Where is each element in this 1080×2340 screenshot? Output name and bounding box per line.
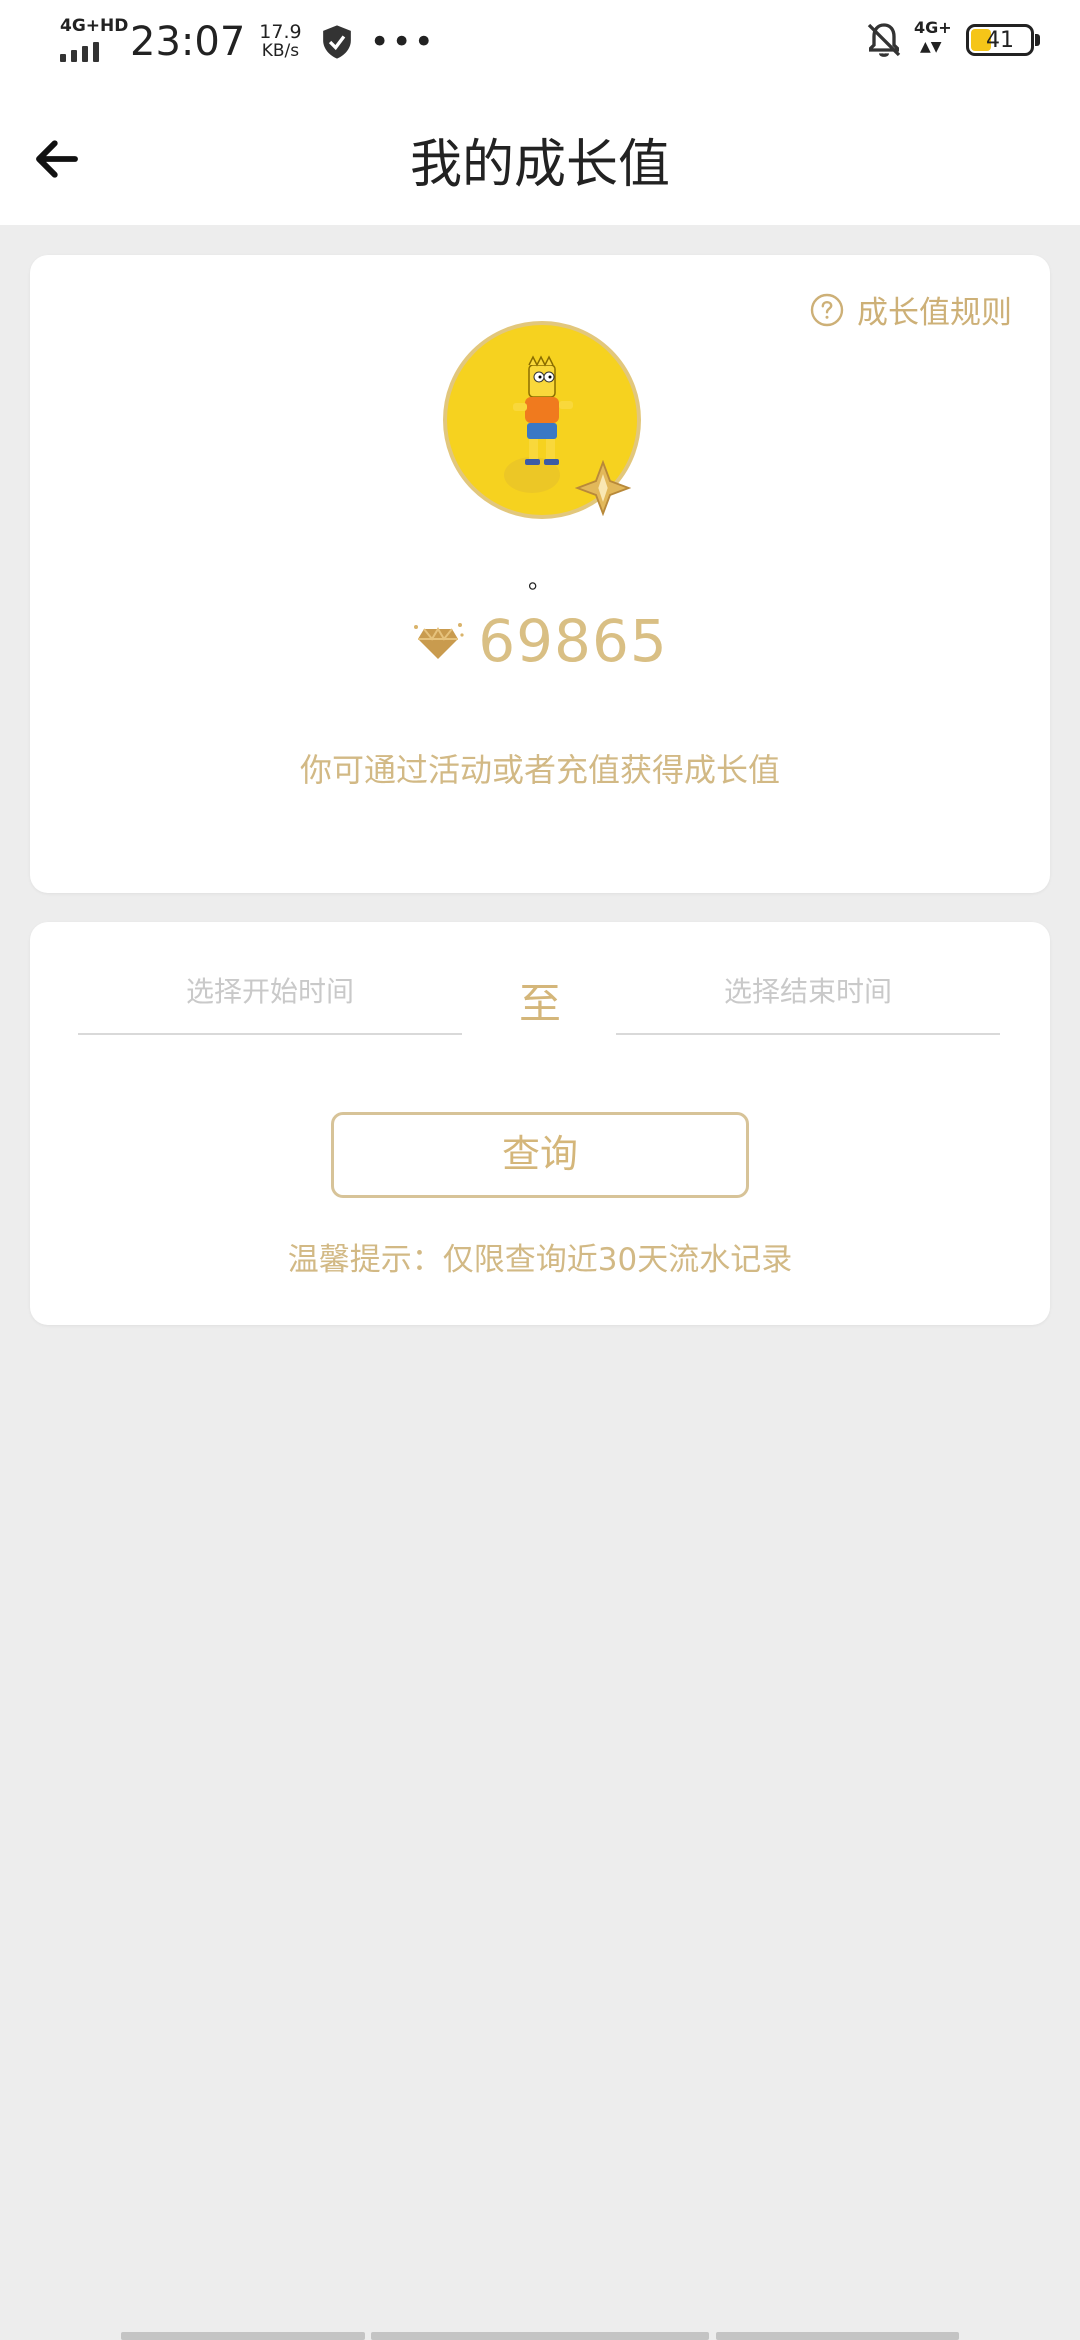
- network-speed: 17.9 KB/s: [259, 23, 301, 61]
- growth-rules-link[interactable]: 成长值规则: [809, 287, 1012, 332]
- battery-icon: 41: [966, 24, 1034, 56]
- start-date-picker[interactable]: 选择开始时间: [78, 967, 462, 1035]
- speed-unit: KB/s: [261, 41, 300, 61]
- growth-value-row: 69865: [30, 607, 1050, 675]
- growth-hint-text: 你可通过活动或者充值获得成长值: [299, 751, 780, 789]
- shield-icon: [322, 25, 351, 59]
- status-right: 4G+ ▲▼ 41: [864, 18, 1040, 62]
- battery-percent: 41: [986, 28, 1014, 53]
- speed-value: 17.9: [259, 21, 302, 43]
- app-header: 我的成长值: [0, 82, 1080, 225]
- query-card: 选择开始时间 至 选择结束时间 查询 温馨提示：仅限查询近30天流水记录: [30, 922, 1050, 1325]
- growth-rules-label: 成长值规则: [857, 295, 1012, 331]
- query-tip-text: 温馨提示：仅限查询近30天流水记录: [287, 1242, 793, 1278]
- more-notifications-icon: •••: [369, 22, 436, 62]
- diamond-heart-icon: [414, 623, 464, 659]
- vip-badge-icon: [575, 460, 631, 516]
- network-type-label: 4G+HD: [60, 16, 129, 36]
- page-title: 我的成长值: [409, 135, 670, 195]
- mobile-data-icon: 4G+ ▲▼: [914, 18, 952, 55]
- end-date-picker[interactable]: 选择结束时间: [616, 967, 1000, 1035]
- status-bar: 4G+HD 23:07 17.9 KB/s ••• 4G+ ▲▼ 41: [0, 0, 1080, 82]
- query-button[interactable]: 查询: [331, 1112, 749, 1198]
- gesture-nav-bar: [0, 2332, 1080, 2340]
- clock: 23:07: [130, 19, 246, 65]
- username: 。: [528, 566, 552, 594]
- growth-value: 69865: [478, 607, 668, 675]
- bell-muted-icon: [867, 23, 901, 57]
- date-range-separator: 至: [518, 979, 561, 1028]
- question-circle-icon: [810, 293, 844, 326]
- cellular-signal-icon: 4G+HD: [58, 16, 128, 68]
- growth-value-card: 成长值规则 。 69865 你可通过活动或者充值获得成长值: [30, 255, 1050, 893]
- network-type-label-right: 4G+: [914, 18, 952, 37]
- status-left: 4G+HD 23:07 17.9 KB/s •••: [58, 16, 436, 68]
